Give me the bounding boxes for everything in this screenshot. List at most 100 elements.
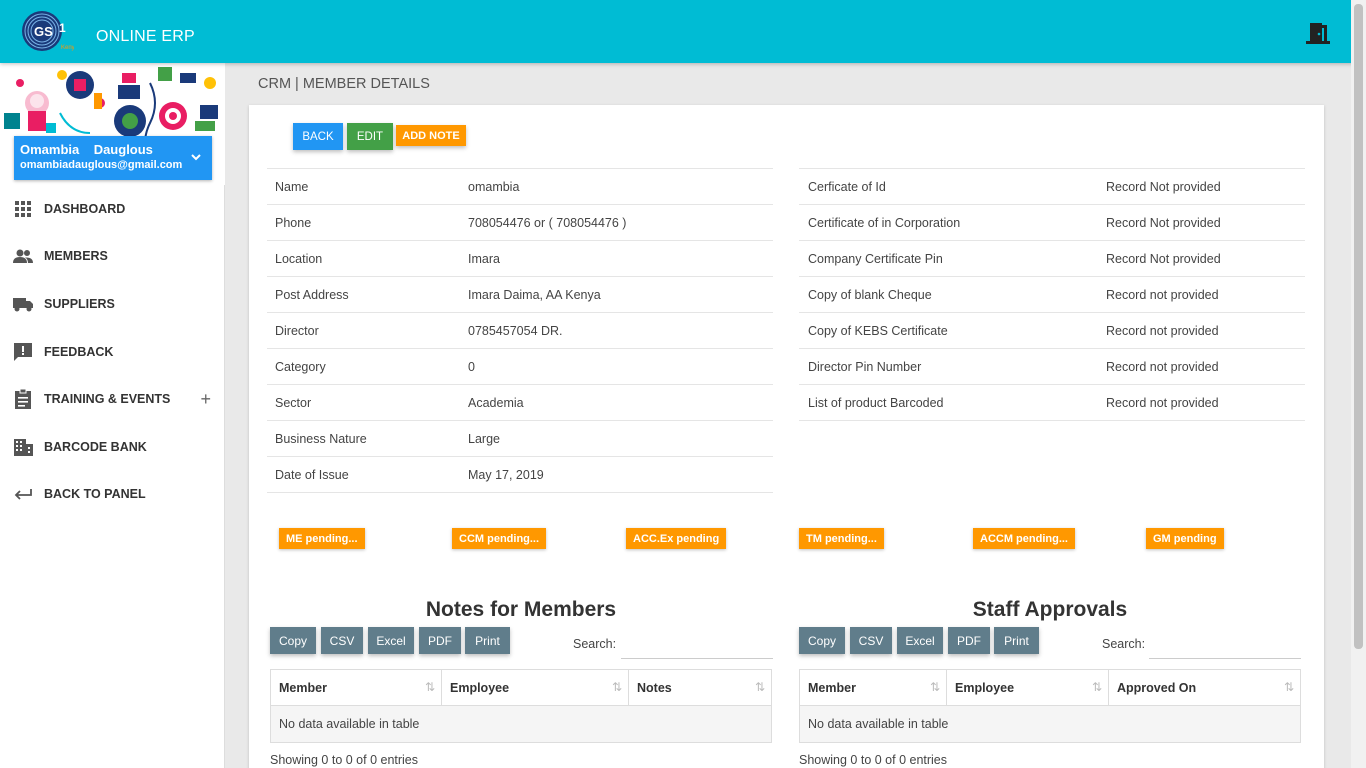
- approvals-section-title: Staff Approvals: [972, 598, 1128, 621]
- user-profile-card[interactable]: Omambia Dauglous omambiadauglous@gmail.c…: [14, 136, 212, 180]
- detail-label: Location: [275, 252, 323, 266]
- documents-table: Cerficate of Id Record Not provided Certi…: [799, 168, 1305, 421]
- svg-text:Kenya: Kenya: [61, 45, 74, 51]
- detail-label: Business Nature: [275, 432, 367, 446]
- csv-button[interactable]: CSV: [321, 627, 363, 654]
- notes-search-input[interactable]: [621, 631, 773, 659]
- feedback-icon: [14, 342, 32, 361]
- column-header-approved-on[interactable]: Approved On ⇅: [1109, 670, 1300, 705]
- user-banner-illustration: Omambia Dauglous omambiadauglous@gmail.c…: [0, 63, 225, 185]
- copy-button[interactable]: Copy: [799, 627, 845, 654]
- detail-label: Director: [275, 324, 319, 338]
- sidebar-item-members[interactable]: MEMBERS: [0, 233, 225, 281]
- column-label: Employee: [955, 681, 1015, 695]
- sidebar-item-label: MEMBERS: [44, 249, 108, 264]
- sidebar-item-back-to-panel[interactable]: BACK TO PANEL: [0, 471, 225, 519]
- column-header-employee[interactable]: Employee ⇅: [442, 670, 629, 705]
- document-row: Company Certificate Pin Record Not provid…: [799, 241, 1305, 277]
- column-header-employee[interactable]: Employee ⇅: [947, 670, 1109, 705]
- column-label: Approved On: [1117, 681, 1197, 695]
- sidebar-item-dashboard[interactable]: DASHBOARD: [0, 185, 225, 233]
- clipboard-icon: [15, 388, 31, 410]
- detail-row-director: Director 0785457054 DR.: [267, 313, 773, 349]
- chevron-down-icon[interactable]: [190, 151, 202, 163]
- notes-section-title: Notes for Members: [425, 598, 617, 621]
- excel-button[interactable]: Excel: [368, 627, 414, 654]
- top-app-bar: GS 1 Kenya ONLINE ERP: [0, 0, 1366, 63]
- csv-button[interactable]: CSV: [850, 627, 892, 654]
- status-badge-acc-ex: ACC.Ex pending: [626, 528, 727, 549]
- copy-button[interactable]: Copy: [270, 627, 316, 654]
- detail-value: 708054476 or ( 708054476 ): [468, 216, 627, 230]
- document-row: Director Pin Number Record not provided: [799, 349, 1305, 385]
- back-arrow-icon: [14, 489, 32, 500]
- sidebar-item-training-events[interactable]: TRAINING & EVENTS +: [0, 375, 225, 423]
- page-scrollbar[interactable]: [1351, 0, 1366, 768]
- people-icon: [13, 249, 33, 264]
- member-info-table: Name omambia Phone 708054476 or ( 70805447…: [267, 168, 773, 493]
- detail-row-location: Location Imara: [267, 241, 773, 277]
- sort-icon: ⇅: [611, 680, 622, 694]
- detail-value: Large: [468, 432, 500, 446]
- sidebar-item-barcode-bank[interactable]: BARCODE BANK: [0, 423, 225, 471]
- gs1-logo: GS 1 Kenya: [22, 11, 74, 51]
- column-header-member[interactable]: Member ⇅: [800, 670, 947, 705]
- detail-value: omambia: [468, 180, 520, 194]
- document-row: Cerficate of Id Record Not provided: [799, 169, 1305, 205]
- sidebar-item-label: TRAINING & EVENTS: [44, 392, 171, 407]
- document-label: Copy of KEBS Certificate: [808, 324, 948, 338]
- sidebar-item-feedback[interactable]: FEEDBACK: [0, 328, 225, 376]
- sort-icon: ⇅: [1283, 680, 1294, 694]
- search-label: Search:: [573, 637, 617, 651]
- detail-value: Imara: [468, 252, 500, 266]
- column-label: Member: [279, 681, 327, 695]
- excel-button[interactable]: Excel: [897, 627, 943, 654]
- table-header: Member ⇅ Employee ⇅ Notes ⇅: [271, 670, 771, 706]
- user-name: Omambia Dauglous: [20, 142, 153, 157]
- sort-asc-icon: ⇅: [424, 680, 435, 694]
- detail-label: Name: [275, 180, 309, 194]
- sort-icon: ⇅: [754, 680, 765, 694]
- exit-door-icon[interactable]: [1304, 21, 1332, 45]
- page-title: CRM | MEMBER DETAILS: [258, 76, 430, 92]
- print-button[interactable]: Print: [465, 627, 510, 654]
- scrollbar-thumb[interactable]: [1354, 4, 1363, 649]
- edit-button[interactable]: EDIT: [347, 123, 393, 150]
- status-badge-gm: GM pending: [1146, 528, 1224, 549]
- pdf-button[interactable]: PDF: [948, 627, 990, 654]
- detail-row-date-of-issue: Date of Issue May 17, 2019: [267, 457, 773, 493]
- app-brand: ONLINE ERP: [96, 28, 195, 45]
- pdf-button[interactable]: PDF: [419, 627, 461, 654]
- sidebar: Omambia Dauglous omambiadauglous@gmail.c…: [0, 63, 225, 768]
- expand-plus-icon[interactable]: +: [200, 389, 211, 410]
- document-row: List of product Barcoded Record not provi…: [799, 385, 1305, 421]
- approvals-search-input[interactable]: [1149, 631, 1301, 659]
- search-label: Search:: [1102, 637, 1146, 651]
- status-badge-accm: ACCM pending...: [973, 528, 1075, 549]
- sidebar-item-label: FEEDBACK: [44, 344, 114, 359]
- document-status: Record Not provided: [1106, 252, 1221, 266]
- sidebar-item-label: BARCODE BANK: [44, 439, 147, 454]
- document-label: Company Certificate Pin: [808, 252, 943, 266]
- status-badge-ccm: CCM pending...: [452, 528, 547, 549]
- detail-value: 0: [468, 360, 475, 374]
- column-label: Notes: [637, 681, 672, 695]
- column-header-member[interactable]: Member ⇅: [271, 670, 442, 705]
- detail-value: May 17, 2019: [468, 468, 544, 482]
- document-status: Record Not provided: [1106, 216, 1221, 230]
- truck-icon: [13, 297, 33, 312]
- status-badge-me: ME pending...: [279, 528, 365, 549]
- column-header-notes[interactable]: Notes ⇅: [629, 670, 771, 705]
- document-row: Copy of blank Cheque Record not provided: [799, 277, 1305, 313]
- print-button[interactable]: Print: [994, 627, 1039, 654]
- document-row: Certificate of in Corporation Record Not …: [799, 205, 1305, 241]
- back-button[interactable]: BACK: [293, 123, 343, 150]
- detail-label: Sector: [275, 396, 312, 410]
- detail-value: Academia: [468, 396, 524, 410]
- add-note-button[interactable]: ADD NOTE: [396, 125, 466, 146]
- grid-icon: [15, 200, 31, 217]
- sort-icon: ⇅: [1091, 680, 1102, 694]
- document-row: Copy of KEBS Certificate Record not provi…: [799, 313, 1305, 349]
- sidebar-item-suppliers[interactable]: SUPPLIERS: [0, 280, 225, 328]
- document-status: Record not provided: [1106, 288, 1219, 302]
